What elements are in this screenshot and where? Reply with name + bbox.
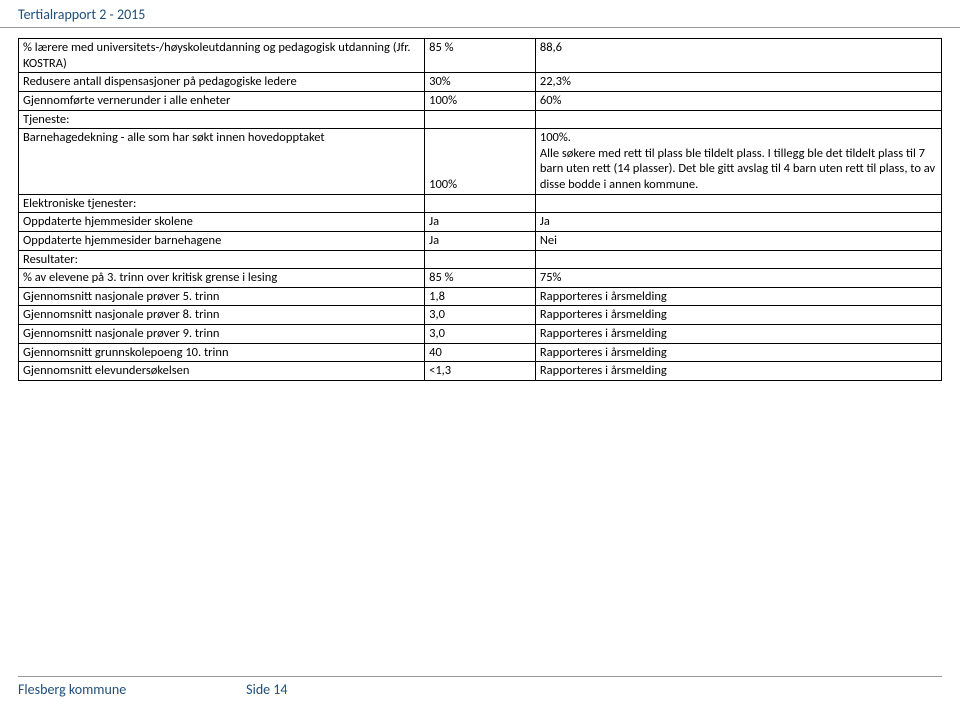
table-row: % lærere med universitets-/høyskoleutdan… (19, 39, 942, 73)
cell-value2 (535, 194, 941, 213)
cell-value2: 22,3% (535, 73, 941, 92)
cell-label: Gjennomsnitt elevundersøkelsen (19, 362, 425, 381)
cell-label: Barnehagedekning - alle som har søkt inn… (19, 129, 425, 195)
cell-value2: 75% (535, 269, 941, 288)
cell-value1: 30% (425, 73, 536, 92)
table-row: % av elevene på 3. trinn over kritisk gr… (19, 269, 942, 288)
table-row: Tjeneste: (19, 110, 942, 129)
header-divider (0, 27, 960, 28)
cell-label: Gjennomsnitt nasjonale prøver 8. trinn (19, 306, 425, 325)
cell-label: Gjennomsnitt nasjonale prøver 9. trinn (19, 325, 425, 344)
cell-value2: Rapporteres i årsmelding (535, 287, 941, 306)
cell-value1: Ja (425, 213, 536, 232)
cell-value1: 40 (425, 343, 536, 362)
footer-right: Side 14 (246, 681, 287, 698)
cell-value1: 3,0 (425, 325, 536, 344)
data-table: % lærere med universitets-/høyskoleutdan… (18, 38, 942, 381)
cell-value2: Rapporteres i årsmelding (535, 362, 941, 381)
cell-label: % lærere med universitets-/høyskoleutdan… (19, 39, 425, 73)
cell-label: Gjennomsnitt grunnskolepoeng 10. trinn (19, 343, 425, 362)
cell-value1: Ja (425, 231, 536, 250)
table-row: Elektroniske tjenester: (19, 194, 942, 213)
cell-value2 (535, 250, 941, 269)
cell-value1: 85 % (425, 269, 536, 288)
table-row: Gjennomsnitt elevundersøkelsen<1,3Rappor… (19, 362, 942, 381)
cell-value2: Rapporteres i årsmelding (535, 343, 941, 362)
table-row: Gjennomførte vernerunder i alle enheter1… (19, 91, 942, 110)
page-header: Tertialrapport 2 - 2015 (0, 0, 960, 25)
cell-label: % av elevene på 3. trinn over kritisk gr… (19, 269, 425, 288)
cell-label: Tjeneste: (19, 110, 425, 129)
cell-label: Gjennomførte vernerunder i alle enheter (19, 91, 425, 110)
cell-value1: 85 % (425, 39, 536, 73)
cell-value1: 100% (425, 129, 536, 195)
cell-value1: <1,3 (425, 362, 536, 381)
cell-value2: 100%. Alle søkere med rett til plass ble… (535, 129, 941, 195)
page-footer: Flesberg kommune Side 14 (18, 676, 942, 698)
table-row: Oppdaterte hjemmesider skoleneJaJa (19, 213, 942, 232)
cell-value1: 3,0 (425, 306, 536, 325)
table-row: Gjennomsnitt grunnskolepoeng 10. trinn40… (19, 343, 942, 362)
cell-label: Redusere antall dispensasjoner på pedago… (19, 73, 425, 92)
cell-value2: 60% (535, 91, 941, 110)
cell-value2: Nei (535, 231, 941, 250)
cell-value1 (425, 194, 536, 213)
table-row: Gjennomsnitt nasjonale prøver 9. trinn3,… (19, 325, 942, 344)
cell-value2: Rapporteres i årsmelding (535, 306, 941, 325)
content-area: % lærere med universitets-/høyskoleutdan… (0, 38, 960, 381)
footer-left: Flesberg kommune (18, 681, 126, 698)
cell-label: Oppdaterte hjemmesider barnehagene (19, 231, 425, 250)
table-row: Oppdaterte hjemmesider barnehageneJaNei (19, 231, 942, 250)
cell-value1: 100% (425, 91, 536, 110)
cell-label: Elektroniske tjenester: (19, 194, 425, 213)
cell-value1: 1,8 (425, 287, 536, 306)
table-row: Resultater: (19, 250, 942, 269)
header-text: Tertialrapport 2 - 2015 (18, 6, 145, 23)
cell-label: Oppdaterte hjemmesider skolene (19, 213, 425, 232)
cell-value2 (535, 110, 941, 129)
table-row: Gjennomsnitt nasjonale prøver 8. trinn3,… (19, 306, 942, 325)
cell-value1 (425, 250, 536, 269)
cell-label: Gjennomsnitt nasjonale prøver 5. trinn (19, 287, 425, 306)
table-row: Redusere antall dispensasjoner på pedago… (19, 73, 942, 92)
cell-value1 (425, 110, 536, 129)
cell-label: Resultater: (19, 250, 425, 269)
table-row: Gjennomsnitt nasjonale prøver 5. trinn1,… (19, 287, 942, 306)
cell-value2: 88,6 (535, 39, 941, 73)
cell-value2: Ja (535, 213, 941, 232)
table-row: Barnehagedekning - alle som har søkt inn… (19, 129, 942, 195)
cell-value2: Rapporteres i årsmelding (535, 325, 941, 344)
